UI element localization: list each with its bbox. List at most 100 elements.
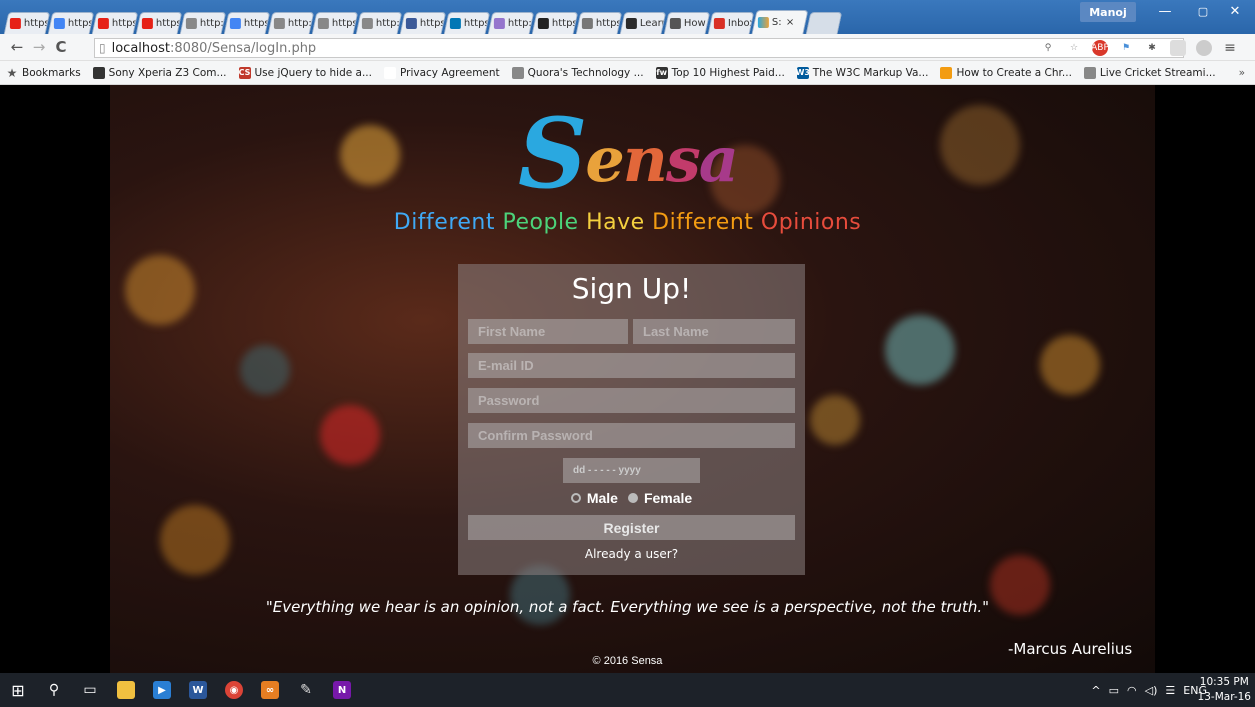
browser-tab[interactable]: How [663, 12, 711, 34]
bookmark-label: The W3C Markup Va... [812, 66, 929, 79]
windows-icon: ⊞ [11, 680, 25, 700]
browser-tab[interactable]: https [311, 12, 359, 34]
tab-label: http: [507, 18, 532, 29]
bokeh-light [320, 405, 380, 465]
browser-tab[interactable]: https [531, 12, 579, 34]
bokeh-light [1040, 335, 1100, 395]
forward-button[interactable]: → [28, 36, 50, 58]
bookmark-item[interactable]: Sony Xperia Z3 Com... [92, 66, 227, 79]
bookmark-item[interactable]: CS Use jQuery to hide a... [238, 66, 372, 79]
media-player-button[interactable]: ▶ [144, 673, 180, 707]
favicon-icon [273, 18, 285, 29]
puzzle-icon[interactable]: ✱ [1144, 40, 1160, 56]
tab-label: http: [199, 18, 224, 29]
browser-tab[interactable]: https [135, 12, 183, 34]
battery-icon[interactable]: ▭ [1109, 684, 1119, 697]
star-icon[interactable]: ☆ [1066, 40, 1082, 56]
bookmark-item[interactable]: ★ Bookmarks [6, 66, 81, 80]
close-window-button[interactable]: ✕ [1212, 0, 1255, 22]
browser-tab[interactable]: https [47, 12, 95, 34]
task-view-button[interactable]: ▭ [72, 673, 108, 707]
already-user-link[interactable]: Already a user? [458, 547, 805, 561]
browser-tab[interactable]: https [443, 12, 491, 34]
register-button[interactable]: Register [468, 515, 795, 540]
tab-label: http: [375, 18, 400, 29]
browser-tab[interactable]: Inbox [707, 12, 755, 34]
address-bar[interactable]: ▯ localhost :8080/Sensa/logIn.php [94, 38, 1184, 58]
favicon-icon [317, 18, 329, 29]
last-name-field[interactable] [633, 319, 795, 344]
male-label: Male [586, 490, 618, 506]
bookmark-item[interactable]: Privacy Agreement [383, 66, 500, 79]
profile-button[interactable]: Manoj [1080, 2, 1136, 22]
favicon-icon [9, 18, 21, 29]
browser-tab[interactable]: http: [355, 12, 403, 34]
chevron-up-icon[interactable]: ^ [1091, 684, 1100, 697]
bookmark-item[interactable]: fw Top 10 Highest Paid... [655, 66, 785, 79]
email-field[interactable] [468, 353, 795, 378]
volume-icon[interactable]: ◁) [1145, 684, 1158, 697]
favicon-icon [229, 18, 241, 29]
bookmark-icon [1083, 66, 1096, 79]
extension-icon[interactable]: ⚑ [1118, 40, 1134, 56]
start-button[interactable]: ⊞ [0, 673, 36, 707]
tab-label: https [111, 18, 138, 29]
clock[interactable]: 10:35 PM 13-Mar-16 [1198, 675, 1251, 705]
voice-icon[interactable]: ⚲ [1040, 40, 1056, 56]
male-radio[interactable]: Male [570, 490, 618, 506]
bookmarks-overflow-icon[interactable]: » [1239, 67, 1245, 79]
favicon-icon [669, 18, 681, 29]
password-field[interactable] [468, 388, 795, 413]
browser-tab[interactable]: http: [487, 12, 535, 34]
adblock-icon[interactable]: ABP [1091, 40, 1109, 56]
screenshot-icon[interactable] [1170, 40, 1186, 56]
browser-tab[interactable]: https [3, 12, 51, 34]
logo-initial: S [518, 97, 587, 210]
bookmark-item[interactable]: Live Cricket Streami... [1083, 66, 1216, 79]
new-tab-button[interactable] [805, 12, 843, 34]
bookmark-item[interactable]: Quora's Technology ... [511, 66, 644, 79]
bookmark-item[interactable]: W3 The W3C Markup Va... [796, 66, 929, 79]
word-button[interactable]: W [180, 673, 216, 707]
file-explorer-button[interactable] [108, 673, 144, 707]
confirm-password-field[interactable] [468, 423, 795, 448]
notification-icon[interactable]: ☰ [1165, 684, 1175, 697]
tab-label: https [331, 18, 358, 29]
favicon-icon [757, 17, 769, 28]
chrome-button[interactable]: ◉ [216, 673, 252, 707]
tab-label: https [595, 18, 622, 29]
menu-icon[interactable]: ≡ [1222, 40, 1238, 56]
female-radio[interactable]: Female [627, 490, 692, 506]
bookmark-label: Use jQuery to hide a... [254, 66, 372, 79]
reload-button[interactable]: C [50, 36, 72, 58]
browser-tab-active[interactable]: S: × [751, 10, 809, 34]
browser-tab[interactable]: https [399, 12, 447, 34]
paint-button[interactable]: ✎ [288, 673, 324, 707]
bookmark-label: Privacy Agreement [399, 66, 500, 79]
browser-tab[interactable]: https [223, 12, 271, 34]
bokeh-light [125, 255, 195, 325]
bookmark-label: Quora's Technology ... [527, 66, 644, 79]
favicon-icon [625, 18, 637, 29]
date-of-birth-field[interactable]: dd - - - - - yyyy [563, 458, 700, 483]
first-name-field[interactable] [468, 319, 628, 344]
browser-tab[interactable]: https [91, 12, 139, 34]
browser-tab[interactable]: http: [267, 12, 315, 34]
media-icon: ▶ [153, 681, 171, 699]
back-button[interactable]: ← [6, 36, 28, 58]
browser-tab[interactable]: Learn [619, 12, 667, 34]
browser-tab[interactable]: https [575, 12, 623, 34]
bookmarks-bar: ★ Bookmarks Sony Xperia Z3 Com... CS Use jQu… [0, 61, 1255, 85]
app-button[interactable]: ∞ [252, 673, 288, 707]
close-tab-icon[interactable]: × [786, 17, 794, 28]
bookmark-item[interactable]: How to Create a Chr... [940, 66, 1072, 79]
onenote-button[interactable]: N [324, 673, 360, 707]
search-button[interactable]: ⚲ [36, 673, 72, 707]
url-host: localhost [111, 40, 170, 56]
circle-extension-icon[interactable] [1196, 40, 1212, 56]
clock-date: 13-Mar-16 [1197, 691, 1251, 703]
tab-label: https [551, 18, 578, 29]
wifi-icon[interactable]: ◠ [1127, 684, 1137, 697]
browser-tab[interactable]: http: [179, 12, 227, 34]
tab-label: https [155, 18, 182, 29]
